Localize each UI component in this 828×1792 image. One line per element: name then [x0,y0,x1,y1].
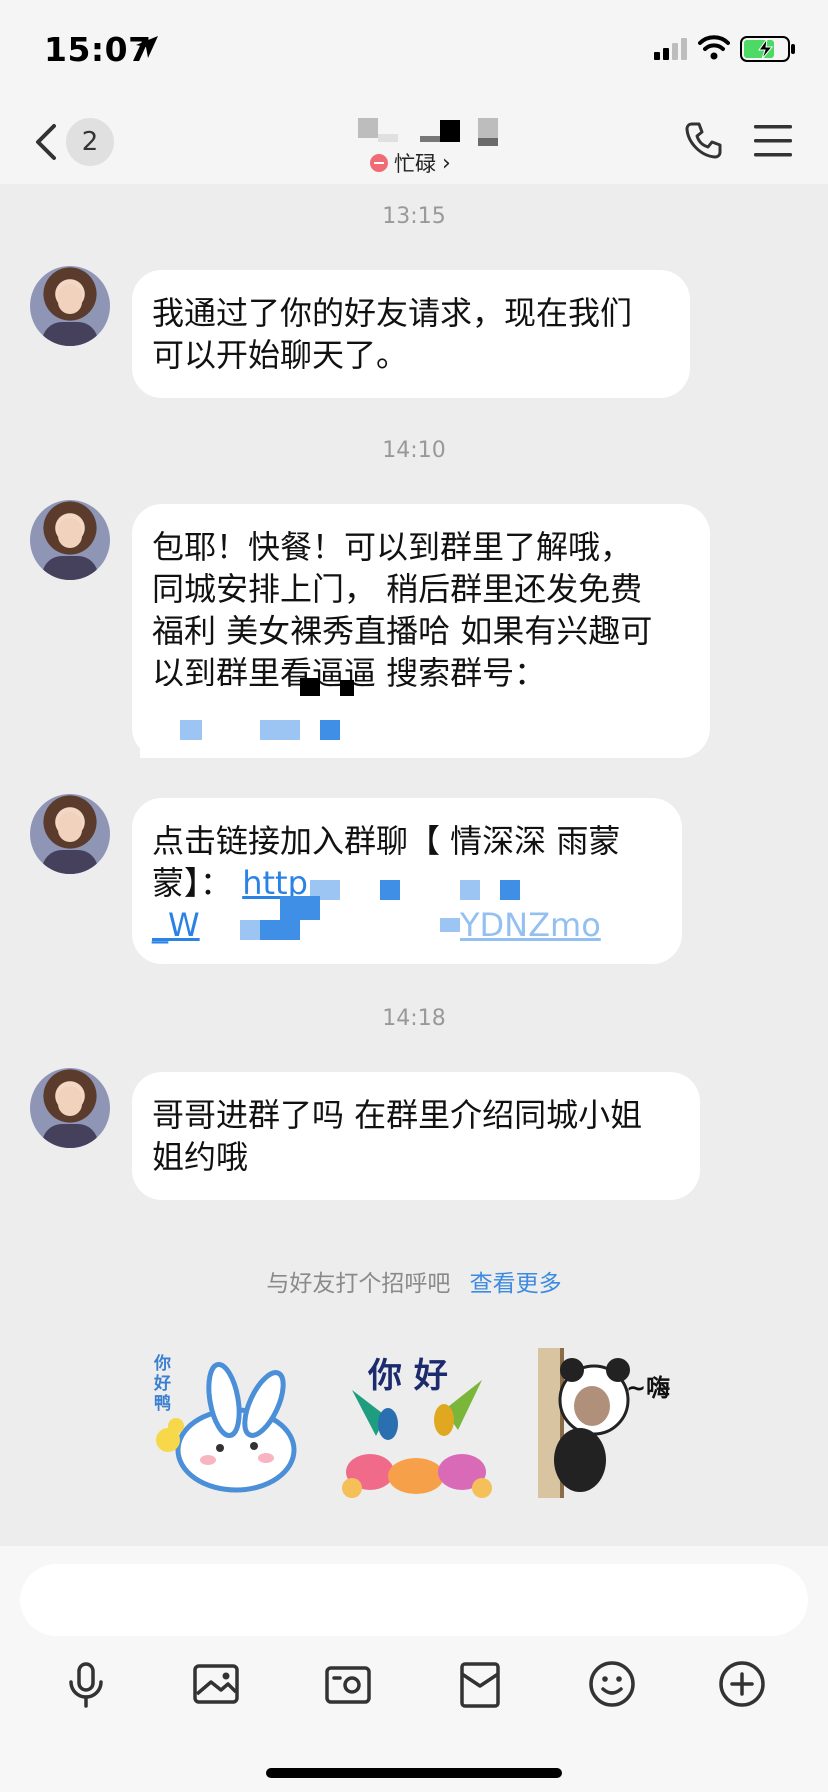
wifi-icon [698,35,730,60]
busy-status-icon [370,154,388,172]
message-timestamp: 13:15 [382,204,446,229]
rabbit-sticker[interactable]: 你好鸭 [146,1340,316,1500]
message-line: 蒙】： http [152,862,662,904]
message-line: 福利 美女裸秀直播哈 如果有兴趣可 [152,612,653,650]
phone-call-icon[interactable] [684,120,724,160]
message-line: 姐约哦 [152,1138,249,1176]
message-bubble[interactable]: 点击链接加入群聊【 情深深 雨蒙 蒙】： http _W YDNZmo [132,798,682,964]
message-timestamp: 14:10 [382,438,446,463]
emoji-icon[interactable] [582,1654,642,1714]
message-line: 哥哥进群了吗 在群里介绍同城小姐 [152,1096,643,1134]
panda-sticker[interactable]: ~嗨 [534,1340,704,1500]
battery-charging-icon [740,36,795,62]
message-text: 蒙】： [152,864,233,902]
presence-label: 忙碌 [394,152,436,176]
sticker-text: 你好鸭 [154,1354,171,1414]
presence-status[interactable]: 忙碌 › [370,148,451,178]
image-icon[interactable] [186,1654,246,1714]
message-line: 包耶！快餐！可以到群里了解哦， [152,528,633,566]
message-line: _W YDNZmo [152,904,662,946]
status-bar: 15:07 [0,0,828,100]
menu-icon[interactable] [754,124,792,158]
hummingbird-sticker[interactable]: 你 好 [332,1340,502,1500]
camera-icon[interactable] [318,1654,378,1714]
contact-avatar[interactable] [30,500,110,580]
message-line: 可以开始聊天了。 [152,336,409,374]
message-line: 点击链接加入群聊【 情深深 雨蒙 [152,822,621,860]
contact-name-redacted[interactable] [358,116,502,146]
home-indicator[interactable] [266,1768,562,1778]
microphone-icon[interactable] [56,1654,116,1714]
red-packet-icon[interactable] [450,1654,510,1714]
chat-header: 2 忙碌 › [0,100,828,184]
chevron-right-icon: › [442,150,451,176]
message-timestamp: 14:18 [382,1006,446,1031]
unread-count-badge[interactable]: 2 [66,118,114,166]
back-chevron-icon[interactable] [32,122,58,162]
message-bubble[interactable]: 我通过了你的好友请求，现在我们 可以开始聊天了。 [132,270,690,398]
message-line: 同城安排上门， 稍后群里还发免费 [152,570,643,608]
group-link-end[interactable]: YDNZmo [460,906,601,944]
message-bubble[interactable]: 哥哥进群了吗 在群里介绍同城小姐 姐约哦 [132,1072,700,1200]
message-line: 我通过了你的好友请求，现在我们 [152,294,633,332]
sticker-text: 你 好 [368,1356,448,1396]
location-arrow-icon [136,36,158,58]
chat-input-area [0,1546,828,1792]
contact-avatar[interactable] [30,266,110,346]
contact-avatar[interactable] [30,794,110,874]
see-more-link[interactable]: 查看更多 [470,1271,562,1297]
plus-icon[interactable] [712,1654,772,1714]
group-link-continued[interactable]: _W [152,906,200,944]
greeting-text: 与好友打个招呼吧 [266,1271,451,1297]
sticker-text: ~嗨 [626,1374,671,1402]
message-input[interactable] [20,1564,808,1636]
greeting-prompt: 与好友打个招呼吧 查看更多 [0,1264,828,1298]
contact-avatar[interactable] [30,1068,110,1148]
cellular-signal-icon [654,38,687,60]
panda-icon [538,1348,630,1498]
